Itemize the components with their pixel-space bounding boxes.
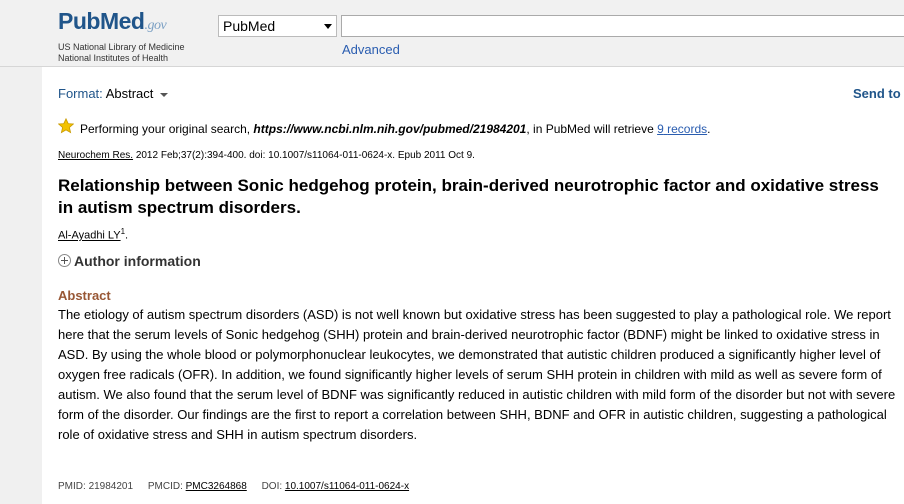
author-affiliation-sup[interactable]: 1 [121,227,125,236]
pmcid-link[interactable]: PMC3264868 [186,481,247,492]
pmcid-label: PMCID: [147,481,183,492]
org-line-2: National Institutes of Health [58,53,169,63]
abstract-text: The etiology of autism spectrum disorder… [58,307,896,442]
records-link[interactable]: 9 records [657,122,707,136]
format-label: Format: [58,86,103,101]
citation: Neurochem Res. 2012 Feb;37(2):394-400. d… [58,150,475,161]
left-margin [0,67,42,504]
logo-wordmark: PubMed.gov [58,8,167,34]
pmid-label: PMID: [58,481,86,492]
author-information-label: Author information [74,253,201,269]
notice-middle: , in PubMed will retrieve [526,122,654,136]
article-title: Relationship between Sonic hedgehog prot… [58,176,879,217]
advanced-search-link[interactable]: Advanced [342,42,400,57]
author-information-toggle[interactable]: Author information [58,253,201,269]
database-select[interactable]: PubMed [218,15,337,37]
doi-label: DOI: [261,481,283,492]
send-to-button[interactable]: Send to [853,86,901,101]
journal-link[interactable]: Neurochem Res. [58,150,133,161]
main-content: Format: Abstract Send to Performing your… [42,67,904,504]
format-selector[interactable]: Format: Abstract [58,86,169,101]
search-input[interactable] [341,15,904,37]
doi-link[interactable]: 10.1007/s11064-011-0624-x [285,481,409,492]
author-link[interactable]: Al-Ayadhi LY [58,230,121,242]
expand-plus-icon [58,254,71,267]
caret-down-icon [160,92,169,97]
citation-details: 2012 Feb;37(2):394-400. doi: 10.1007/s11… [135,150,475,161]
abstract-heading: Abstract [58,288,111,303]
database-select-value: PubMed [223,18,276,34]
records-label: records [667,122,708,136]
notice-query: https://www.ncbi.nlm.nih.gov/pubmed/2198… [253,122,527,136]
notice-prefix: Performing your original search, [80,122,251,136]
site-header: PubMed.gov US National Library of Medici… [0,0,904,67]
notice-suffix: . [707,122,711,136]
chevron-down-icon [324,24,332,29]
records-count: 9 [657,122,664,136]
org-line-1: US National Library of Medicine [58,42,185,52]
star-icon [58,118,74,134]
author-list: Al-Ayadhi LY1. [58,227,129,242]
search-notice: Performing your original search, https:/… [80,122,710,136]
pmid-value: 21984201 [88,481,134,492]
pubmed-logo[interactable]: PubMed.gov US National Library of Medici… [58,8,185,64]
format-value: Abstract [105,86,154,101]
article-identifiers: PMID: 21984201 PMCID: PMC3264868 DOI: 10… [58,481,409,492]
